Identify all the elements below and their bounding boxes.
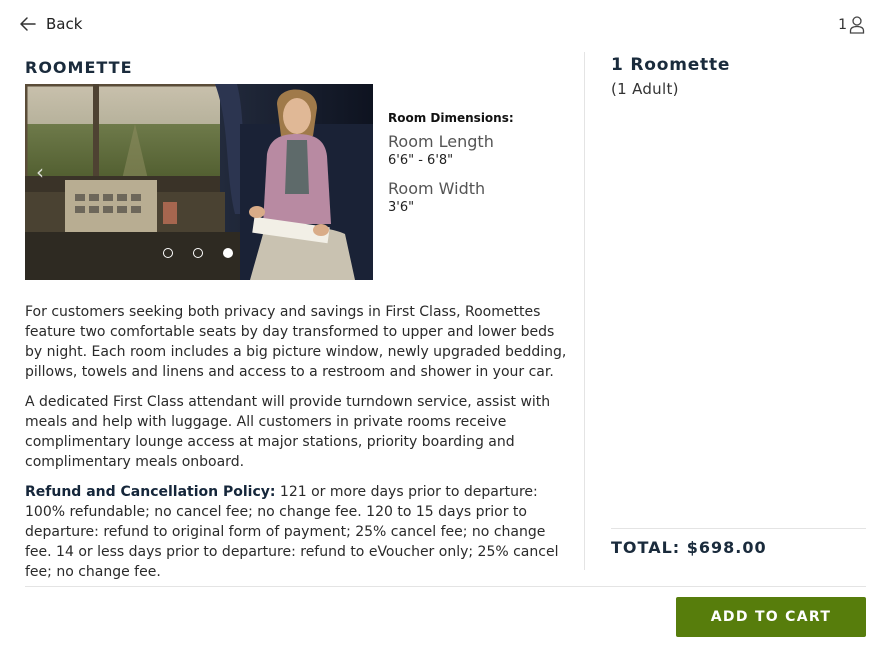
- room-length-label: Room Length: [388, 132, 494, 151]
- room-dimensions: Room Dimensions: Room Length 6'6" - 6'8"…: [388, 111, 568, 215]
- user-icon: [849, 16, 865, 34]
- total-divider: [611, 528, 866, 529]
- room-length-value: 6'6" - 6'8": [388, 153, 454, 168]
- total-price: TOTAL: $698.00: [611, 538, 767, 557]
- description-paragraph-1: For customers seeking both privacy and s…: [25, 304, 567, 380]
- room-title: ROOMETTE: [25, 58, 133, 77]
- room-description: For customers seeking both privacy and s…: [25, 302, 570, 592]
- refund-policy-label: Refund and Cancellation Policy:: [25, 484, 276, 500]
- dimensions-heading: Room Dimensions:: [388, 111, 514, 125]
- column-divider: [584, 52, 585, 570]
- previous-slide-button[interactable]: ‹: [31, 160, 49, 184]
- chevron-left-icon: ‹: [36, 160, 44, 184]
- room-image-carousel[interactable]: ‹: [25, 84, 373, 280]
- description-paragraph-2: A dedicated First Class attendant will p…: [25, 394, 551, 470]
- room-width-label: Room Width: [388, 179, 486, 198]
- carousel-dot-2[interactable]: [193, 248, 203, 258]
- carousel-indicators: [163, 248, 233, 258]
- summary-passengers: (1 Adult): [611, 80, 679, 98]
- arrow-left-icon: [20, 17, 36, 31]
- back-label: Back: [46, 15, 83, 33]
- carousel-dot-1[interactable]: [163, 248, 173, 258]
- room-width-value: 3'6": [388, 200, 415, 215]
- traveler-indicator[interactable]: 1: [838, 16, 865, 34]
- traveler-count: 1: [838, 17, 847, 33]
- add-to-cart-button[interactable]: ADD TO CART: [676, 597, 866, 637]
- top-bar: Back 1: [0, 0, 893, 52]
- booking-summary: 1 Roomette (1 Adult): [611, 52, 866, 98]
- room-details: ROOMETTE ‹ Room Dimensions: Room Length …: [25, 52, 575, 580]
- back-button[interactable]: Back: [18, 14, 82, 34]
- summary-title: 1 Roomette: [611, 55, 731, 75]
- refund-policy: Refund and Cancellation Policy: 121 or m…: [25, 482, 570, 582]
- footer-divider: [25, 586, 866, 587]
- carousel-dot-3[interactable]: [223, 248, 233, 258]
